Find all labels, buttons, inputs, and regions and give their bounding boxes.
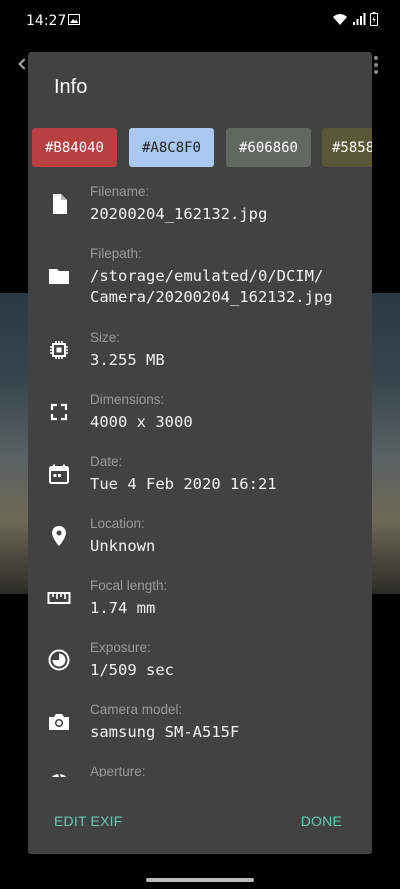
info-label: Exposure: — [90, 640, 151, 655]
calendar-icon — [49, 464, 69, 484]
info-label: Date: — [90, 454, 123, 469]
info-dialog: Info #B84040 #A8C8F0 #606860 #5858 Filen… — [28, 52, 372, 854]
info-value: 1/509 sec — [90, 661, 174, 679]
color-palette-row[interactable]: #B84040 #A8C8F0 #606860 #5858 — [32, 128, 372, 168]
info-row-aperture: Aperture: — [28, 752, 372, 777]
info-label: Filepath: — [90, 246, 142, 261]
info-label: Filename: — [90, 184, 150, 199]
color-swatch[interactable]: #B84040 — [32, 128, 117, 167]
dialog-title: Info — [54, 76, 88, 98]
color-swatch[interactable]: #606860 — [226, 128, 311, 167]
wifi-icon — [333, 13, 347, 25]
done-button[interactable]: DONE — [301, 813, 342, 829]
file-icon — [53, 194, 67, 214]
info-label: Location: — [90, 516, 145, 531]
fullscreen-icon — [50, 403, 68, 421]
info-label: Camera model: — [90, 702, 183, 717]
info-label: Dimensions: — [90, 392, 165, 407]
info-label: Size: — [90, 330, 121, 345]
info-row-filename: Filename: 20200204_162132.jpg — [28, 172, 372, 234]
aperture-icon — [51, 773, 67, 777]
info-value: Tue 4 Feb 2020 16:21 — [90, 475, 277, 493]
info-value: 20200204_162132.jpg — [90, 205, 268, 223]
edit-exif-button[interactable]: EDIT EXIF — [54, 813, 122, 829]
exposure-timer-icon — [48, 649, 70, 671]
info-label: Focal length: — [90, 578, 168, 593]
info-value: samsung SM-A515F — [90, 723, 240, 741]
color-swatch[interactable]: #A8C8F0 — [129, 128, 214, 167]
info-row-date: Date: Tue 4 Feb 2020 16:21 — [28, 442, 372, 504]
info-value: /storage/emulated/0/DCIM/Camera/20200204… — [90, 267, 333, 306]
info-value: 1.74 mm — [90, 599, 156, 617]
info-row-size: Size: 3.255 MB — [28, 318, 372, 380]
info-row-exposure: Exposure: 1/509 sec — [28, 628, 372, 690]
info-value: 3.255 MB — [90, 351, 165, 369]
info-value: 4000 x 3000 — [90, 413, 193, 431]
ruler-icon — [47, 592, 71, 604]
dialog-actions: EDIT EXIF DONE — [28, 807, 372, 843]
info-row-filepath: Filepath: /storage/emulated/0/DCIM/Camer… — [28, 234, 372, 318]
info-row-focal-length: Focal length: 1.74 mm — [28, 566, 372, 628]
info-row-dimensions: Dimensions: 4000 x 3000 — [28, 380, 372, 442]
info-label: Aperture: — [90, 764, 146, 777]
camera-icon — [49, 714, 69, 730]
info-row-location: Location: Unknown — [28, 504, 372, 566]
home-indicator[interactable] — [146, 878, 254, 882]
info-value: Unknown — [90, 537, 156, 555]
color-swatch[interactable]: #5858 — [322, 128, 372, 167]
overflow-menu-icon[interactable] — [374, 56, 378, 74]
battery-icon — [370, 12, 378, 26]
gallery-notification-icon — [68, 14, 80, 25]
status-bar: 14:27 — [0, 0, 400, 40]
info-list[interactable]: Filename: 20200204_162132.jpg Filepath: … — [28, 172, 372, 777]
memory-chip-icon — [50, 341, 68, 359]
folder-icon — [49, 269, 69, 284]
signal-icon — [353, 12, 366, 25]
info-row-camera-model: Camera model: samsung SM-A515F — [28, 690, 372, 752]
location-pin-icon — [52, 526, 66, 546]
status-time: 14:27 — [26, 13, 67, 29]
